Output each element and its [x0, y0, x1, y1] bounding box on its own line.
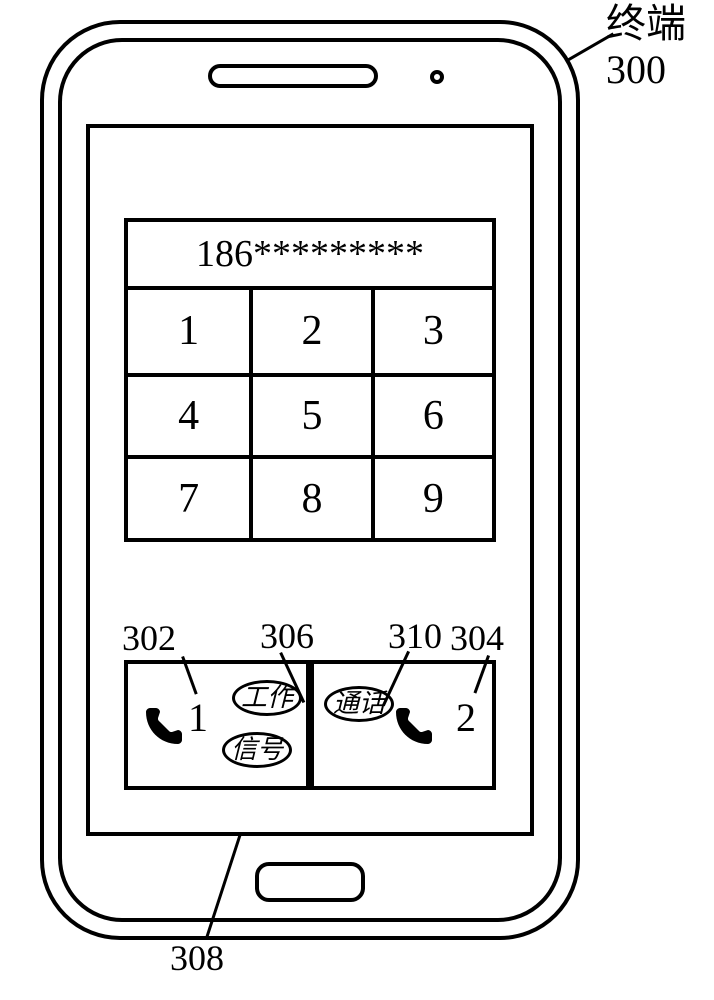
terminal-label: 终端 [606, 4, 686, 44]
dialed-number-display: 186********* [124, 218, 496, 290]
dial-keypad: 1 2 3 4 5 6 7 8 9 [124, 290, 496, 542]
ref-306: 306 [260, 618, 314, 654]
sim2-number: 2 [456, 694, 476, 741]
front-camera [430, 70, 444, 84]
sim1-tag-signal: 信号 [222, 732, 292, 768]
key-7[interactable]: 7 [128, 455, 249, 538]
phone-icon [138, 704, 186, 752]
ref-308: 308 [170, 940, 224, 976]
ref-304: 304 [450, 620, 504, 656]
ref-302: 302 [122, 620, 176, 656]
key-3[interactable]: 3 [371, 290, 492, 373]
key-8[interactable]: 8 [249, 455, 370, 538]
key-5[interactable]: 5 [249, 373, 370, 456]
speaker-grill [208, 64, 378, 88]
sim1-tag-work: 工作 [232, 680, 302, 716]
phone-body: 186********* 1 2 3 4 5 6 7 8 9 1 工作 信号 [40, 20, 580, 940]
ref-310: 310 [388, 618, 442, 654]
key-9[interactable]: 9 [371, 455, 492, 538]
sim1-number: 1 [188, 694, 208, 741]
sim2-call-button[interactable]: 2 通话 [306, 660, 496, 790]
home-button[interactable] [255, 862, 365, 902]
sim1-call-button[interactable]: 1 工作 信号 [124, 660, 314, 790]
ref-300: 300 [606, 50, 666, 90]
key-4[interactable]: 4 [128, 373, 249, 456]
key-2[interactable]: 2 [249, 290, 370, 373]
screen: 186********* 1 2 3 4 5 6 7 8 9 1 工作 信号 [86, 124, 534, 836]
phone-icon [388, 704, 436, 752]
key-6[interactable]: 6 [371, 373, 492, 456]
key-1[interactable]: 1 [128, 290, 249, 373]
